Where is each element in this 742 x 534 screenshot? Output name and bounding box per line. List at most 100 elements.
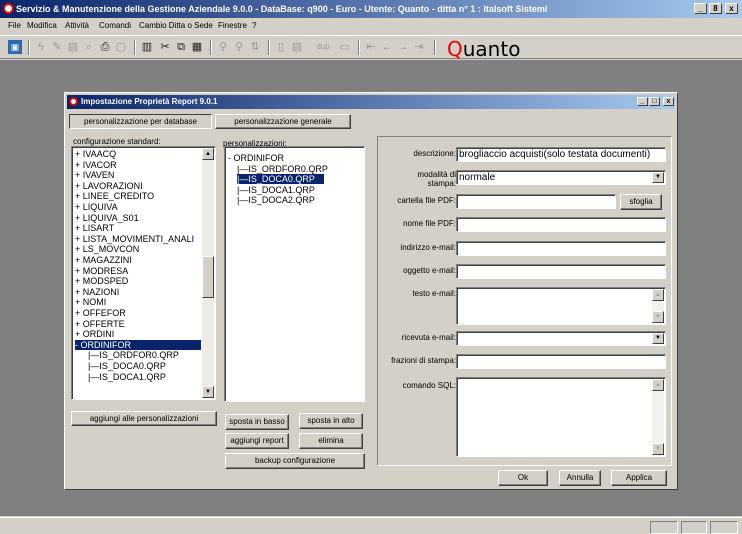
standard-list-item[interactable]: |—IS_DOCA1.QRP (88, 372, 166, 382)
standard-list-item[interactable]: + MODSPED (75, 276, 128, 286)
sposta-alto-button[interactable]: sposta in alto (299, 413, 363, 429)
annulla-button[interactable]: Annulla (559, 470, 601, 486)
scroll-down-arrow-icon[interactable]: ▼ (652, 311, 664, 323)
standard-list-item[interactable]: + LIQUIVA_S01 (75, 213, 139, 223)
filter-icon[interactable]: ⚲ (216, 40, 230, 54)
aggiungi-personalizzazioni-button[interactable]: aggiungi alle personalizzazioni (71, 411, 217, 426)
grid-icon[interactable]: ▤ (290, 40, 304, 54)
delete-icon[interactable]: ▥ (140, 40, 154, 54)
sort-icon[interactable]: ⇅ (248, 40, 262, 54)
nome-pdf-field[interactable] (456, 217, 666, 232)
standard-list-item[interactable]: + NAZIONI (75, 287, 119, 297)
standard-list-item[interactable]: + IVACOR (75, 160, 117, 170)
custom-list-item[interactable]: |—IS_DOCA2.QRP (237, 195, 315, 205)
menu-help[interactable]: ? (252, 21, 256, 30)
cut-icon[interactable]: ✂ (158, 40, 172, 54)
standard-list-item[interactable]: + LS_MOVCON (75, 244, 139, 254)
chevron-down-icon[interactable]: ▼ (652, 333, 664, 344)
custom-list-item[interactable]: |—IS_ORDFOR0.QRP (237, 164, 328, 174)
standard-list-item[interactable]: + LISART (75, 223, 114, 233)
standard-list-item[interactable]: + ORDINI (75, 329, 114, 339)
menu-finestre[interactable]: Finestre (218, 21, 247, 30)
standard-list-item[interactable]: + MODRESA (75, 266, 128, 276)
menu-cambio-ditta[interactable]: Cambio Ditta o Sede (139, 21, 213, 30)
preview-icon[interactable]: ▤ (66, 40, 80, 54)
dialog-close-button[interactable]: x (663, 97, 674, 106)
indirizzo-email-label: indirizzo e-mail: (400, 243, 456, 252)
modalita-stampa-dropdown[interactable]: normale ▼ (456, 170, 666, 185)
tab-personalizzazione-database[interactable]: personalizzazione per database (69, 114, 212, 129)
custom-list-item[interactable]: - ORDINIFOR (228, 153, 284, 163)
tab-personalizzazione-generale[interactable]: personalizzazione generale (215, 114, 351, 129)
oggetto-email-field[interactable] (456, 264, 666, 279)
printer-icon[interactable]: ⎙ (98, 40, 112, 54)
standard-list-item[interactable]: - ORDINIFOR (75, 339, 201, 350)
scroll-up-arrow-icon[interactable]: ▲ (652, 289, 664, 301)
sfoglia-button[interactable]: sfoglia (620, 194, 662, 210)
menu-file[interactable]: File (8, 21, 21, 30)
ok-button[interactable]: Ok (498, 470, 548, 486)
menu-modifica[interactable]: Modifica (27, 21, 57, 30)
scroll-up-arrow-icon[interactable]: ▲ (652, 379, 664, 391)
sql-scrollbar[interactable]: ▲ ▼ (652, 379, 664, 455)
standard-config-list[interactable]: + IVAACQ + IVACOR + IVAVEN + LAVORAZIONI + L… (71, 146, 216, 400)
sposta-basso-button[interactable]: sposta in basso (225, 414, 289, 430)
comando-sql-field[interactable]: ▲ ▼ (456, 377, 666, 457)
restore-button[interactable]: 8 (709, 3, 722, 14)
ricevuta-email-dropdown[interactable]: ▼ (456, 331, 666, 346)
standard-list-item[interactable]: + IVAACQ (75, 149, 116, 159)
custom-list[interactable]: - ORDINIFOR |—IS_ORDFOR0.QRP |—IS_DOCA0.QR… (224, 146, 365, 402)
page-icon[interactable]: ▢ (114, 40, 128, 54)
chevron-down-icon[interactable]: ▼ (652, 172, 664, 183)
scroll-thumb[interactable] (202, 256, 214, 298)
lightning-icon[interactable]: ϟ (34, 40, 48, 54)
window-icon[interactable]: ▭ (338, 40, 352, 54)
search-doc-icon[interactable]: ⌕ (82, 40, 96, 54)
toolbar-separator (134, 40, 136, 55)
testo-email-field[interactable]: ▲ ▼ (456, 287, 666, 325)
standard-list-scrollbar[interactable]: ▲ ▼ (202, 148, 214, 398)
pencil-icon[interactable]: ✎ (50, 40, 64, 54)
indirizzo-email-field[interactable] (456, 241, 666, 256)
minimize-button[interactable]: _ (694, 3, 707, 14)
exit-icon[interactable]: ▣ (8, 40, 22, 54)
standard-list-item[interactable]: + NOMI (75, 297, 106, 307)
first-record-icon[interactable]: ⇤ (364, 40, 378, 54)
column-icon[interactable]: ▯ (274, 40, 288, 54)
standard-list-item[interactable]: + OFFEFOR (75, 308, 126, 318)
dup-button[interactable]: dup (312, 40, 334, 54)
scroll-down-arrow-icon[interactable]: ▼ (202, 386, 214, 398)
scroll-up-arrow-icon[interactable]: ▲ (202, 148, 214, 160)
standard-list-item[interactable]: |—IS_DOCA0.QRP (88, 361, 166, 371)
find-icon[interactable]: ⚲ (232, 40, 246, 54)
standard-list-item[interactable]: + OFFERTE (75, 319, 125, 329)
prev-record-icon[interactable]: ← (380, 40, 394, 54)
standard-list-item[interactable]: + LISTA_MOVIMENTI_ANALI (75, 234, 194, 244)
custom-list-item[interactable]: |—IS_DOCA0.QRP (237, 174, 324, 184)
standard-list-item[interactable]: + LAVORAZIONI (75, 181, 143, 191)
paste-icon[interactable]: ▦ (190, 40, 204, 54)
elimina-button[interactable]: elimina (299, 433, 363, 449)
copy-icon[interactable]: ⧉ (174, 40, 188, 54)
next-record-icon[interactable]: → (396, 40, 410, 54)
descrizione-field[interactable]: brogliaccio acquisti(solo testata docume… (456, 147, 666, 162)
scroll-down-arrow-icon[interactable]: ▼ (652, 443, 664, 455)
close-button[interactable]: x (725, 3, 738, 14)
standard-list-item[interactable]: + LINEE_CREDITO (75, 191, 154, 201)
aggiungi-report-button[interactable]: aggiungi report (225, 433, 289, 449)
testo-email-scrollbar[interactable]: ▲ ▼ (652, 289, 664, 323)
dialog-maximize-button[interactable]: □ (649, 97, 660, 106)
backup-configurazione-button[interactable]: backup configurazione (225, 453, 365, 469)
standard-list-item[interactable]: |—IS_ORDFOR0.QRP (88, 350, 179, 360)
standard-list-item[interactable]: + MAGAZZINI (75, 255, 132, 265)
dialog-minimize-button[interactable]: _ (637, 97, 648, 106)
menu-comandi[interactable]: Comandi (99, 21, 131, 30)
frazioni-stampa-field[interactable] (456, 354, 666, 369)
applica-button[interactable]: Applica (611, 470, 667, 486)
menu-attivita[interactable]: Attività (65, 21, 89, 30)
standard-list-item[interactable]: + LIQUIVA (75, 202, 118, 212)
custom-list-item[interactable]: |—IS_DOCA1.QRP (237, 185, 315, 195)
last-record-icon[interactable]: ⇥ (412, 40, 426, 54)
cartella-pdf-field[interactable] (456, 194, 616, 209)
standard-list-item[interactable]: + IVAVEN (75, 170, 114, 180)
